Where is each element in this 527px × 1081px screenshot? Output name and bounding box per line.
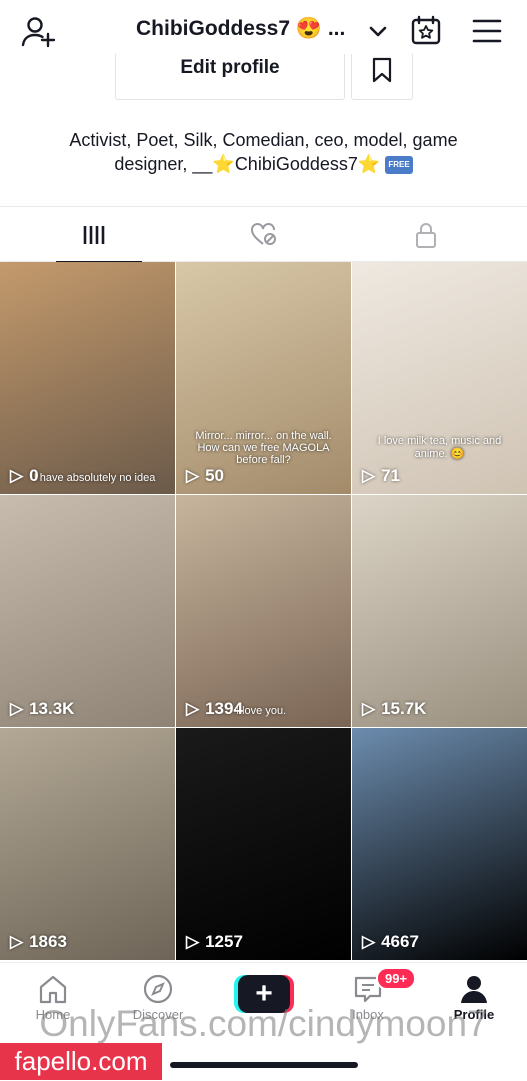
play-icon: ▷ — [186, 466, 200, 485]
site-badge: fapello.com — [0, 1043, 162, 1080]
view-count: ▷ 0 — [10, 466, 39, 485]
view-count: ▷ 50 — [186, 466, 224, 485]
profile-tabs — [0, 206, 527, 263]
play-icon: ▷ — [362, 932, 376, 951]
bookmark-icon — [372, 57, 392, 82]
video-thumbnail[interactable]: ▷ 1257 — [176, 728, 351, 960]
free-badge: FREE — [385, 156, 413, 175]
videos-grid-icon — [83, 225, 104, 244]
play-icon: ▷ — [186, 932, 200, 951]
inbox-badge: 99+ — [376, 967, 417, 990]
view-count: ▷ 1863 — [10, 932, 67, 951]
view-count: ▷ 71 — [362, 466, 400, 485]
add-user-icon[interactable] — [20, 14, 56, 50]
username-title[interactable]: ChibiGoddess7 😍 ... — [136, 17, 345, 41]
video-thumbnail[interactable]: ▷ 13.3K — [0, 495, 175, 727]
video-thumbnail[interactable]: ▷ 15.7K — [352, 495, 527, 727]
tab-private[interactable] — [338, 207, 513, 262]
view-count: ▷ 4667 — [362, 932, 419, 951]
liked-hidden-icon — [250, 222, 276, 245]
home-indicator — [170, 1062, 358, 1068]
calendar-star-icon[interactable] — [410, 14, 442, 46]
video-thumbnail[interactable]: ▷ 4667 — [352, 728, 527, 960]
play-icon: ▷ — [10, 932, 24, 951]
video-thumbnail[interactable]: ▷ 1863 — [0, 728, 175, 960]
lock-icon — [415, 222, 436, 248]
play-icon: ▷ — [10, 466, 24, 485]
watermark-text: OnlyFans.com/cindymoon7 — [39, 1003, 488, 1044]
video-caption: I love milk tea, music and anime. 😊 — [377, 435, 502, 460]
video-thumbnail[interactable]: I love you. ▷ 1394 — [176, 495, 351, 727]
view-count: ▷ 1394 — [186, 699, 243, 718]
edit-profile-button[interactable]: Edit profile — [115, 54, 345, 100]
compass-icon — [143, 974, 173, 1004]
bio-line-2: designer, __⭐ChibiGoddess7⭐ FREE — [40, 152, 487, 176]
video-caption: Mirror... mirror... on the wall. How can… — [195, 430, 332, 466]
profile-icon — [461, 976, 487, 1003]
bio-name: ChibiGoddess7 — [234, 154, 358, 174]
bio-line-1: Activist, Poet, Silk, Comedian, ceo, mod… — [69, 130, 458, 150]
play-icon: ▷ — [362, 466, 376, 485]
star-icon: ⭐ — [357, 154, 381, 174]
video-caption: I have absolutely no idea — [33, 472, 156, 484]
video-thumbnail[interactable]: I love milk tea, music and anime. 😊 ▷ 71 — [352, 262, 527, 494]
tab-videos[interactable] — [6, 207, 181, 263]
view-count: ▷ 1257 — [186, 932, 243, 951]
home-icon — [39, 975, 67, 1004]
bio-prefix: designer, __ — [114, 154, 213, 174]
bookmark-button[interactable] — [351, 54, 413, 100]
top-bar: ChibiGoddess7 😍 ... — [0, 0, 527, 62]
chevron-down-icon[interactable] — [366, 20, 390, 44]
view-count: ▷ 15.7K — [362, 699, 427, 718]
profile-actions: Edit profile — [0, 54, 527, 102]
play-icon: ▷ — [362, 699, 376, 718]
video-thumbnail[interactable]: Mirror... mirror... on the wall. How can… — [176, 262, 351, 494]
video-caption: I love you. — [236, 705, 287, 717]
play-icon: ▷ — [186, 699, 200, 718]
profile-bio: Activist, Poet, Silk, Comedian, ceo, mod… — [40, 128, 487, 176]
view-count: ▷ 13.3K — [10, 699, 75, 718]
menu-icon[interactable] — [472, 18, 502, 44]
tab-liked[interactable] — [176, 207, 351, 262]
star-icon: ⭐ — [212, 154, 235, 174]
play-icon: ▷ — [10, 699, 24, 718]
video-thumbnail[interactable]: I have absolutely no idea ▷ 0 — [0, 262, 175, 494]
